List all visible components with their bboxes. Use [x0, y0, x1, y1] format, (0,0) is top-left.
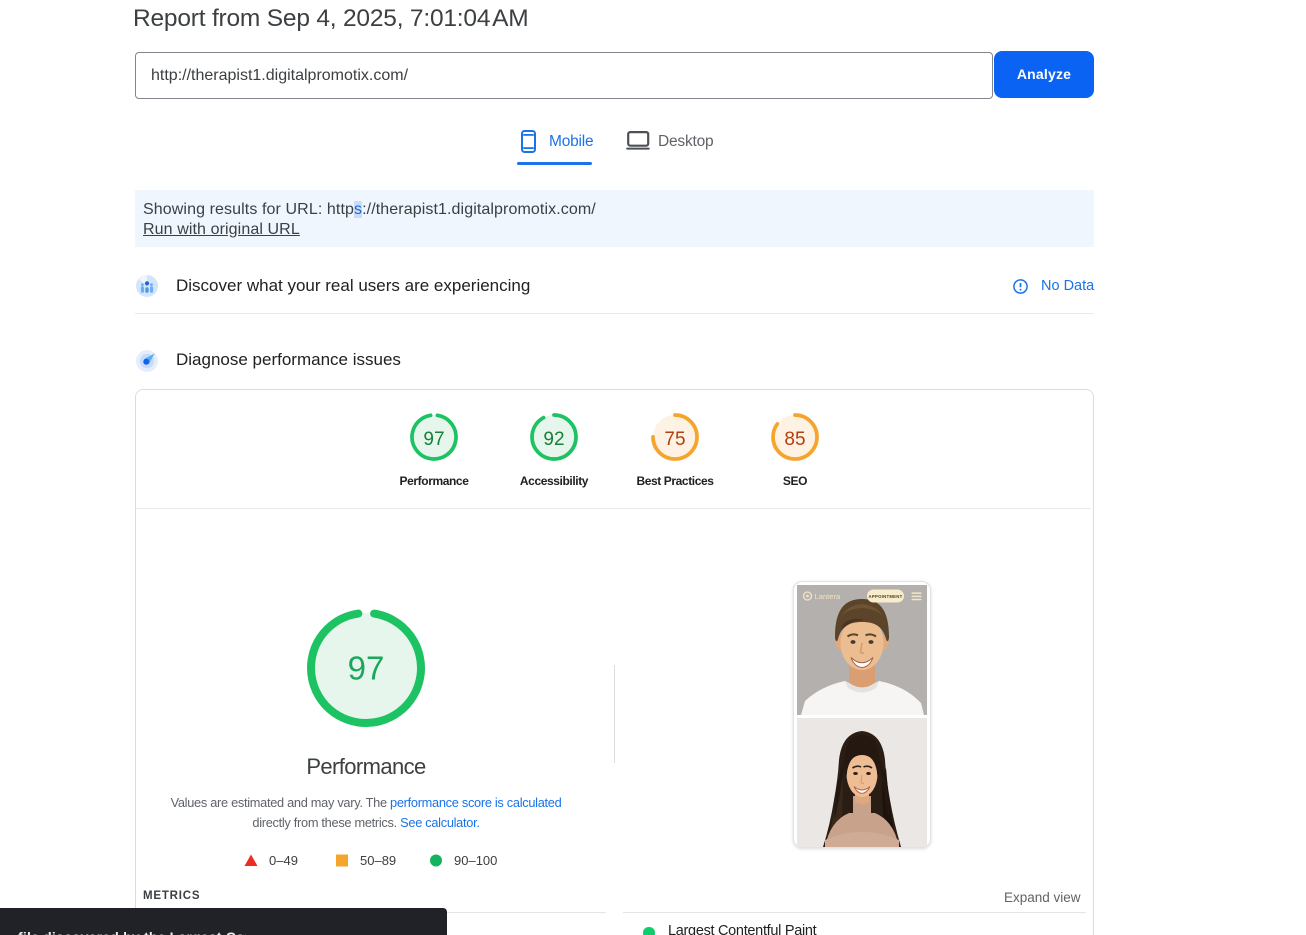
svg-text:97: 97	[423, 429, 444, 450]
svg-text:APPOINTMENT: APPOINTMENT	[868, 594, 902, 599]
svg-text:85: 85	[784, 429, 805, 450]
svg-text:Lantera: Lantera	[815, 592, 842, 601]
svg-text:75: 75	[664, 429, 685, 450]
svg-text:92: 92	[543, 429, 564, 450]
svg-text:97: 97	[348, 650, 385, 687]
